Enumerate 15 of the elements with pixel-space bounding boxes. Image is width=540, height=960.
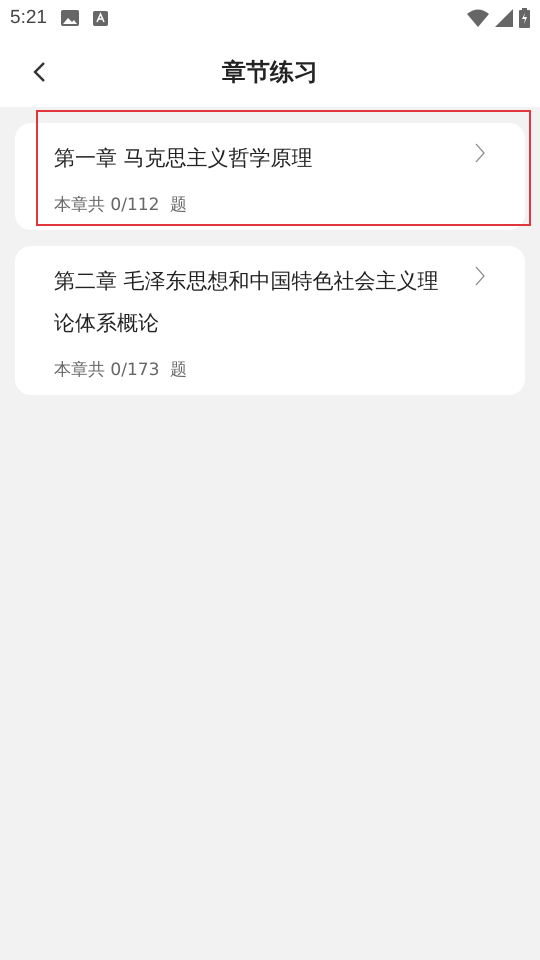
chapter-title: 第一章 马克思主义哲学原理 xyxy=(54,145,314,172)
chevron-icon xyxy=(475,143,485,163)
image-icon xyxy=(60,10,79,26)
wifi-icon xyxy=(467,9,489,27)
page-title: 章节练习 xyxy=(222,56,318,88)
chevron-icon xyxy=(475,266,485,286)
back-icon xyxy=(32,60,46,82)
question-count: 本章共 0/173 题 xyxy=(54,359,188,381)
signal-icon xyxy=(495,9,513,27)
question-count: 本章共 0/112 题 xyxy=(54,194,188,216)
status-time: 5:21 xyxy=(10,7,47,29)
chapter-card[interactable]: 第一章 马克思主义哲学原理 本章共 0/112 题 xyxy=(15,123,525,230)
chapter-title: 第二章 毛泽东思想和中国特色社会主义理论体系概论 xyxy=(54,268,440,337)
chapter-card[interactable]: 第二章 毛泽东思想和中国特色社会主义理论体系概论 本章共 0/173 题 xyxy=(15,246,525,395)
battery-icon xyxy=(519,8,530,28)
